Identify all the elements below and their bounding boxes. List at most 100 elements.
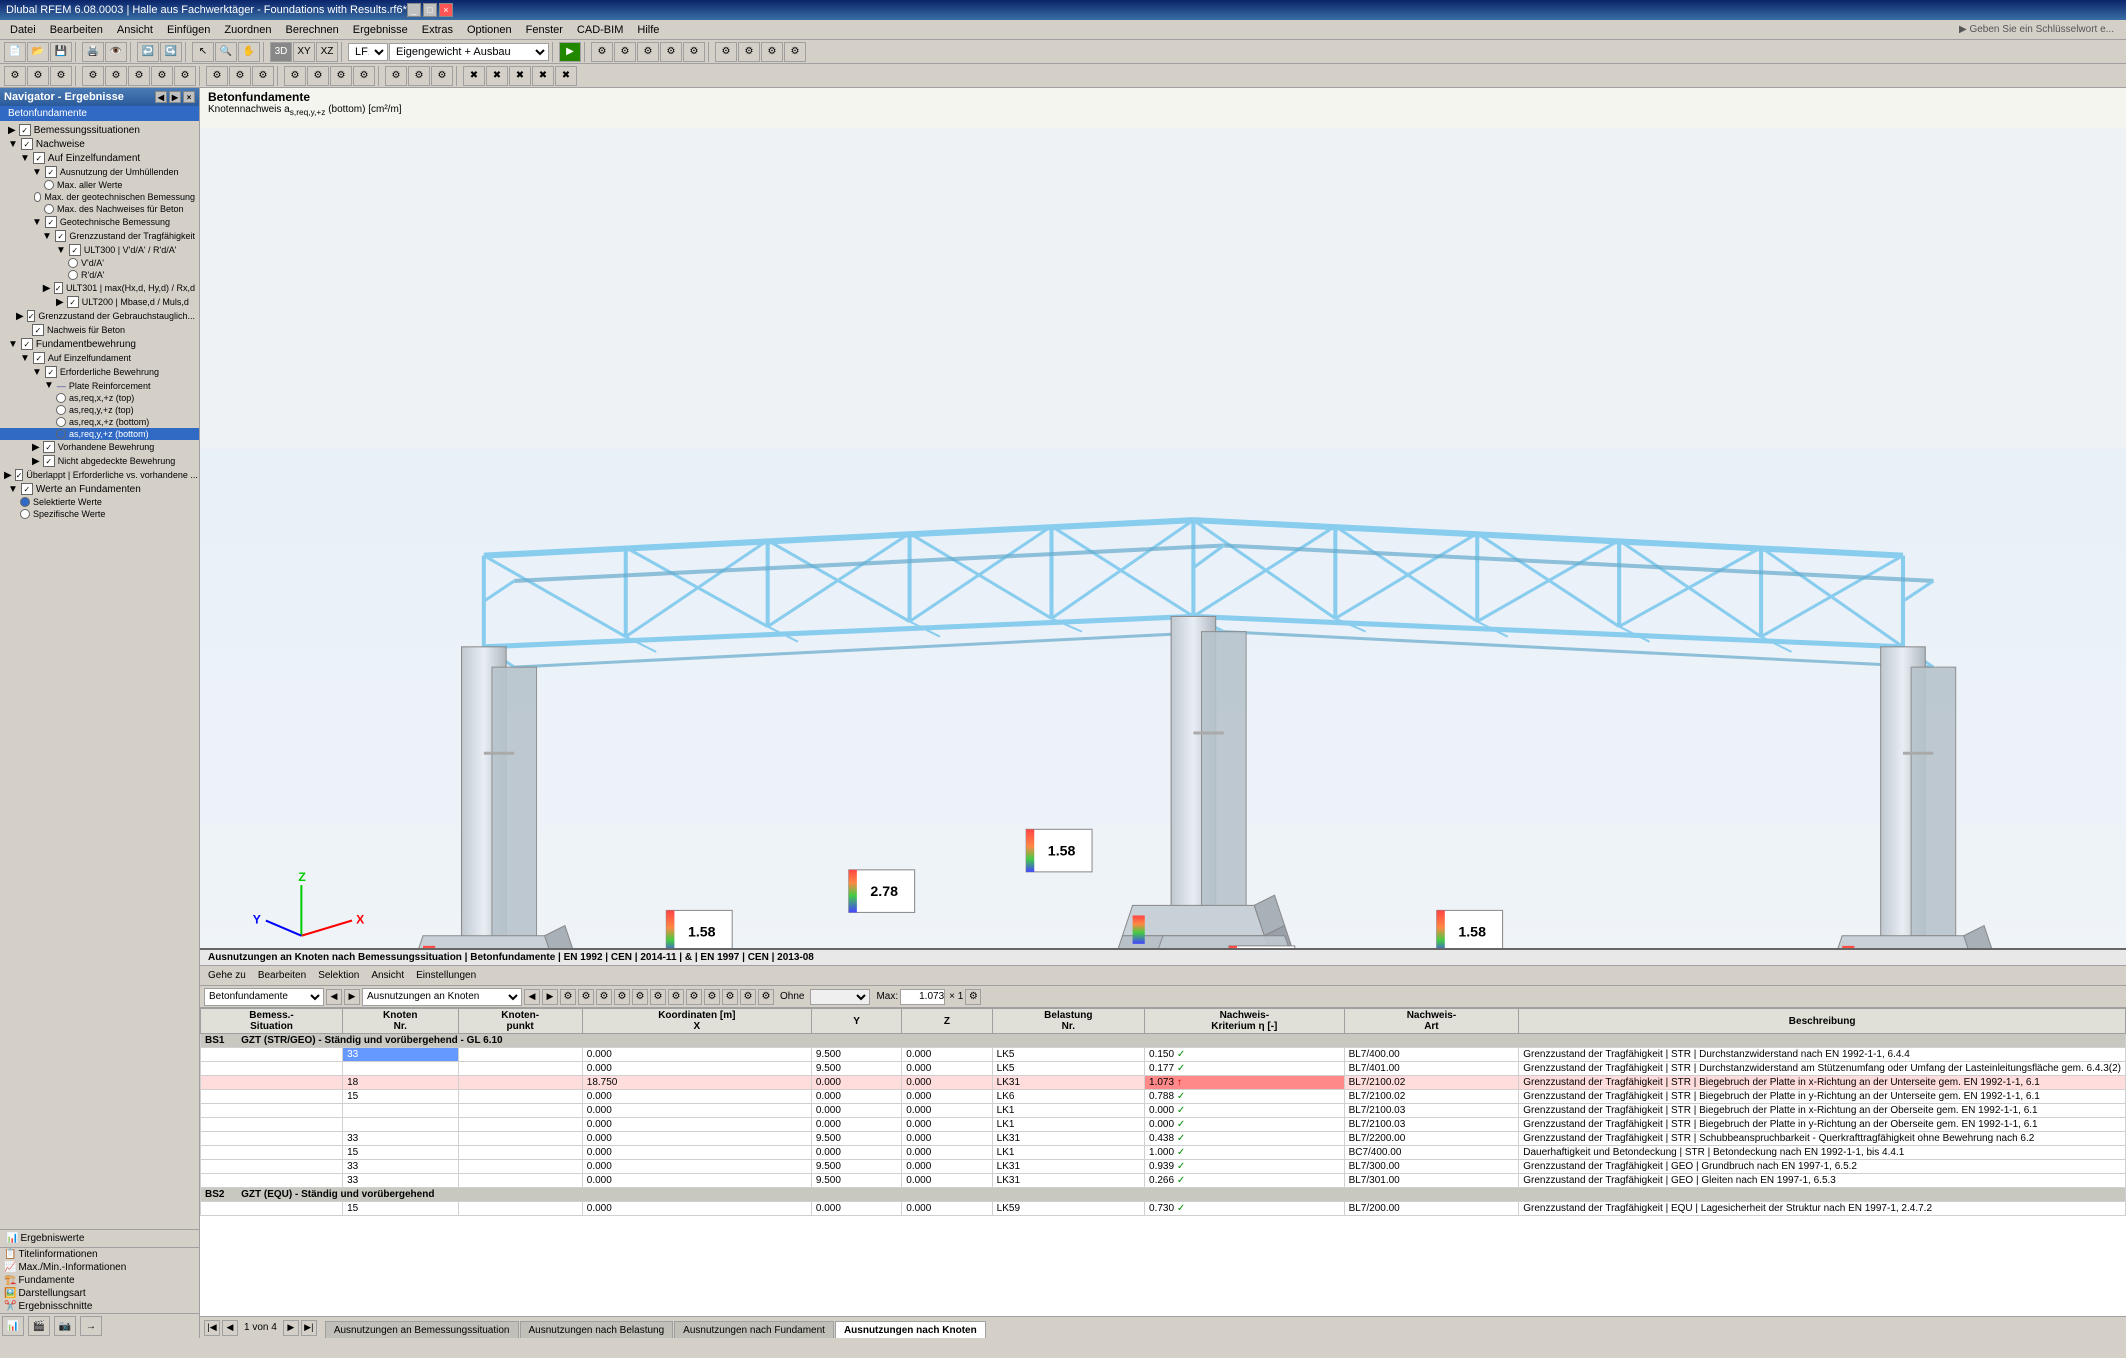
- open-button[interactable]: 📂: [27, 42, 49, 62]
- nav-ergebnisschnitte[interactable]: ✂️ Ergebnisschnitte: [0, 1300, 199, 1313]
- cb-grenzzustand[interactable]: ✓: [55, 230, 67, 242]
- radio-vda[interactable]: [68, 258, 78, 268]
- tb-extra1[interactable]: ⚙: [591, 42, 613, 62]
- menu-ansicht[interactable]: Ansicht: [111, 22, 159, 38]
- nav-item-rda[interactable]: R'd/A': [0, 269, 199, 281]
- nav-item-max-alle[interactable]: Max. aller Werte: [0, 179, 199, 191]
- radio-max-alle[interactable]: [44, 180, 54, 190]
- nav-ctrl-close[interactable]: ×: [183, 91, 195, 103]
- nav-fundamente[interactable]: 🏗️ Fundamente: [0, 1274, 199, 1287]
- radio-spezifische-werte[interactable]: [20, 509, 30, 519]
- table-row[interactable]: 33 0.000 9.500 0.000 LK5 0.150 ✓ BL7/400…: [201, 1048, 2126, 1062]
- results-nav-combo1[interactable]: Betonfundamente: [204, 988, 324, 1006]
- tb2-11[interactable]: ⚙: [252, 66, 274, 86]
- table-row[interactable]: 0.000 0.000 0.000 LK1 0.000 ✓ BL7/2100.0…: [201, 1118, 2126, 1132]
- print-button[interactable]: 🖨️: [82, 42, 104, 62]
- tb2-5[interactable]: ⚙: [105, 66, 127, 86]
- nav-item-spezifische-werte[interactable]: Spezifische Werte: [0, 508, 199, 520]
- nav-item-werte-an-fundamenten[interactable]: ▼ ✓ Werte an Fundamenten: [0, 482, 199, 496]
- nav-sb-4[interactable]: →: [80, 1316, 102, 1336]
- res-ohne-combo[interactable]: [810, 989, 870, 1005]
- page-last[interactable]: ▶|: [301, 1320, 317, 1336]
- tb2-4[interactable]: ⚙: [82, 66, 104, 86]
- nav-sb-3[interactable]: 📷: [54, 1316, 76, 1336]
- tb2-22[interactable]: ✖: [532, 66, 554, 86]
- tb-extra2[interactable]: ⚙: [614, 42, 636, 62]
- cb-ueberlappt[interactable]: ✓: [15, 469, 24, 481]
- menu-ergebnisse[interactable]: Ergebnisse: [347, 22, 414, 38]
- load-combo[interactable]: Eigengewicht + Ausbau: [389, 43, 549, 61]
- cb-gebrauchstauglich[interactable]: ✓: [27, 310, 36, 322]
- nav-item-erforderliche-bew[interactable]: ▼ ✓ Erforderliche Bewehrung: [0, 365, 199, 379]
- cb-ult300[interactable]: ✓: [69, 244, 81, 256]
- run-button[interactable]: ▶: [559, 42, 581, 62]
- menu-fenster[interactable]: Fenster: [520, 22, 569, 38]
- nav-item-nicht-abgedeckte[interactable]: ▶ ✓ Nicht abgedeckte Bewehrung: [0, 454, 199, 468]
- cb-nicht-abgedeckte[interactable]: ✓: [43, 455, 55, 467]
- res-tb-2[interactable]: ⚙: [578, 989, 594, 1005]
- radio-max-beton[interactable]: [44, 204, 54, 214]
- cb-auf-einzelfundament2[interactable]: ✓: [33, 352, 45, 364]
- nav-item-ult301[interactable]: ▶ ✓ ULT301 | max(Hx,d, Hy,d) / Rx,d: [0, 281, 199, 295]
- cb-vorhandene-bew[interactable]: ✓: [43, 441, 55, 453]
- res-tb-6[interactable]: ⚙: [650, 989, 666, 1005]
- page-prev[interactable]: ◀: [222, 1320, 238, 1336]
- tb2-10[interactable]: ⚙: [229, 66, 251, 86]
- btab-bemessungssituation[interactable]: Ausnutzungen an Bemessungssituation: [325, 1321, 519, 1339]
- menu-optionen[interactable]: Optionen: [461, 22, 518, 38]
- cb-werte[interactable]: ✓: [21, 483, 33, 495]
- nav-ctrl-forward[interactable]: ▶: [169, 91, 181, 103]
- nav-item-bemessungssituationen[interactable]: ▶ ✓ Bemessungssituationen: [0, 123, 199, 137]
- tb2-18[interactable]: ⚙: [431, 66, 453, 86]
- select-button[interactable]: ↖: [192, 42, 214, 62]
- btab-knoten[interactable]: Ausnutzungen nach Knoten: [835, 1321, 986, 1339]
- tb2-13[interactable]: ⚙: [307, 66, 329, 86]
- btab-fundament[interactable]: Ausnutzungen nach Fundament: [674, 1321, 834, 1339]
- menu-bearbeiten[interactable]: Bearbeiten: [44, 22, 109, 38]
- tb-extra9[interactable]: ⚙: [784, 42, 806, 62]
- tb2-9[interactable]: ⚙: [206, 66, 228, 86]
- nav-item-as-req-bottom-y[interactable]: as,req,y,+z (bottom): [0, 428, 199, 440]
- menu-berechnen[interactable]: Berechnen: [280, 22, 345, 38]
- view-xy-button[interactable]: XY: [293, 42, 315, 62]
- res-tb-4[interactable]: ⚙: [614, 989, 630, 1005]
- tb-extra3[interactable]: ⚙: [637, 42, 659, 62]
- res-nav-prev[interactable]: ◀: [524, 989, 540, 1005]
- nav-ergebniswerte[interactable]: 📊 Ergebniswerte: [2, 1232, 88, 1245]
- tb2-12[interactable]: ⚙: [284, 66, 306, 86]
- tb2-8[interactable]: ⚙: [174, 66, 196, 86]
- res-tb-3[interactable]: ⚙: [596, 989, 612, 1005]
- tb-extra6[interactable]: ⚙: [715, 42, 737, 62]
- results-table-container[interactable]: Bemess.-Situation KnotenNr. Knoten-punkt…: [200, 1008, 2126, 1316]
- tb-extra4[interactable]: ⚙: [660, 42, 682, 62]
- table-row[interactable]: 15 0.000 0.000 0.000 LK1 1.000 ✓ BC7/400…: [201, 1146, 2126, 1160]
- nav-item-ult200[interactable]: ▶ ✓ ULT200 | Mbase,d / Muls,d: [0, 295, 199, 309]
- new-button[interactable]: 📄: [4, 42, 26, 62]
- results-nav-combo2[interactable]: Ausnutzungen an Knoten: [362, 988, 522, 1006]
- nav-item-selektierte-werte[interactable]: Selektierte Werte: [0, 496, 199, 508]
- radio-as-req-bottom-y[interactable]: [56, 429, 66, 439]
- res-tb-last[interactable]: ⚙: [965, 989, 981, 1005]
- nav-item-vda[interactable]: V'd/A': [0, 257, 199, 269]
- res-nav-forward[interactable]: ▶: [344, 989, 360, 1005]
- res-max-input[interactable]: [900, 989, 945, 1005]
- nav-item-as-req-top-x[interactable]: as,req,x,+z (top): [0, 392, 199, 404]
- menu-datei[interactable]: Datei: [4, 22, 42, 38]
- res-tb-9[interactable]: ⚙: [704, 989, 720, 1005]
- res-tb-8[interactable]: ⚙: [686, 989, 702, 1005]
- tb2-3[interactable]: ⚙: [50, 66, 72, 86]
- res-tb-10[interactable]: ⚙: [722, 989, 738, 1005]
- tb2-1[interactable]: ⚙: [4, 66, 26, 86]
- menu-einfuegen[interactable]: Einfügen: [161, 22, 216, 38]
- zoom-button[interactable]: 🔍: [215, 42, 237, 62]
- res-tb-12[interactable]: ⚙: [758, 989, 774, 1005]
- btab-belastung[interactable]: Ausnutzungen nach Belastung: [520, 1321, 674, 1339]
- nav-item-vorhandene-bew[interactable]: ▶ ✓ Vorhandene Bewehrung: [0, 440, 199, 454]
- tb2-6[interactable]: ⚙: [128, 66, 150, 86]
- cb-umhuellende[interactable]: ✓: [45, 166, 57, 178]
- res-tb-7[interactable]: ⚙: [668, 989, 684, 1005]
- table-row[interactable]: 15 0.000 0.000 0.000 LK59 0.730 ✓ BL7/20…: [201, 1202, 2126, 1216]
- cb-nachweis-beton[interactable]: ✓: [32, 324, 44, 336]
- loadcase-combo[interactable]: LF1: [348, 43, 388, 61]
- cb-nachweise[interactable]: ✓: [21, 138, 33, 150]
